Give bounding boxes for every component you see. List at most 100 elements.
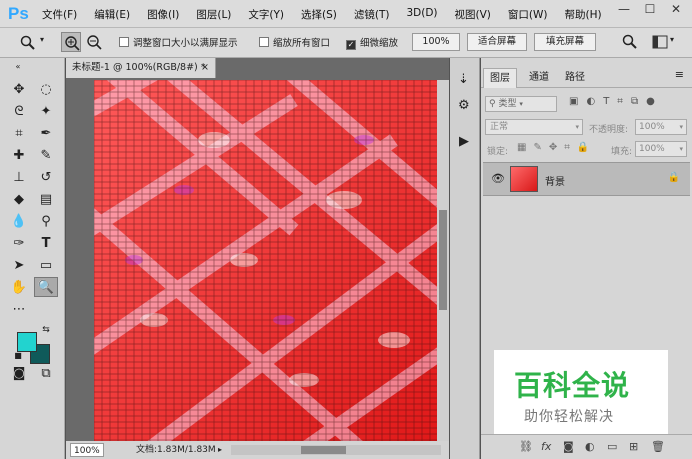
eraser-tool-icon[interactable]: ◆ — [7, 190, 31, 210]
info-chevron-icon[interactable]: ▸ — [218, 441, 222, 459]
menu-help[interactable]: 帮助(H) — [565, 7, 602, 22]
hand-tool-icon[interactable]: ✋ — [7, 278, 31, 298]
vertical-scrollbar[interactable] — [437, 80, 449, 441]
menu-3d[interactable]: 3D(D) — [406, 7, 437, 22]
minimize-button[interactable]: — — [614, 1, 634, 17]
fill-field[interactable]: 100% ▾ — [635, 141, 687, 157]
menu-view[interactable]: 视图(V) — [455, 7, 491, 22]
status-bar: 100% 文档:1.83M/1.83M ▸ — [66, 441, 449, 459]
shape-tool-icon[interactable]: ▭ — [34, 256, 58, 276]
properties-panel-icon[interactable]: ⚙ — [458, 98, 470, 113]
filter-toggle-icon[interactable]: ● — [646, 96, 655, 107]
fill-screen-button[interactable]: 填充屏幕 — [534, 33, 596, 51]
resize-windows-option[interactable]: 调整窗口大小以满屏显示 — [119, 35, 238, 49]
gradient-tool-icon[interactable]: ▤ — [34, 190, 58, 210]
move-tool-icon[interactable]: ✥ — [7, 80, 31, 100]
vertical-scrollbar-thumb[interactable] — [439, 210, 447, 310]
horizontal-scrollbar[interactable] — [231, 445, 441, 455]
scrubby-zoom-option[interactable]: ✓ 细微缩放 — [346, 35, 398, 50]
canvas[interactable] — [94, 80, 439, 441]
history-brush-tool-icon[interactable]: ↺ — [34, 168, 58, 188]
swap-colors-icon[interactable]: ⇆ — [39, 320, 53, 340]
brush-tool-icon[interactable]: ✎ — [34, 146, 58, 166]
pen-tool-icon[interactable]: ✑ — [7, 234, 31, 254]
maximize-button[interactable]: ☐ — [640, 1, 660, 17]
add-mask-icon[interactable]: ◙ — [563, 440, 574, 453]
dodge-tool-icon[interactable]: ⚲ — [34, 212, 58, 232]
tab-paths[interactable]: 路径 — [559, 68, 591, 88]
blend-mode-select[interactable]: 正常 ▾ — [485, 119, 583, 135]
lock-all-icon[interactable]: 🔒 — [577, 142, 589, 153]
layer-name[interactable]: 背景 — [545, 173, 565, 188]
menu-type[interactable]: 文字(Y) — [248, 7, 284, 22]
zoom-all-option[interactable]: 缩放所有窗口 — [259, 35, 330, 49]
zoom-tool-preset-icon[interactable] — [20, 35, 36, 51]
zoom-value-field[interactable]: 100% — [412, 33, 460, 51]
menu-file[interactable]: 文件(F) — [42, 7, 77, 22]
pixel-filter-icon[interactable]: ▣ — [569, 96, 578, 107]
close-button[interactable]: ✕ — [666, 1, 686, 17]
menu-edit[interactable]: 编辑(E) — [94, 7, 130, 22]
tab-layers[interactable]: 图层 — [483, 68, 517, 88]
link-layers-icon[interactable]: ⛓ — [519, 440, 533, 453]
preset-chevron-icon[interactable]: ▾ — [40, 35, 44, 44]
magic-wand-tool-icon[interactable]: ✦ — [34, 102, 58, 122]
play-action-icon[interactable]: ▶ — [459, 134, 469, 149]
scrubby-zoom-checkbox[interactable]: ✓ — [346, 40, 356, 50]
adjustment-filter-icon[interactable]: ◐ — [586, 96, 595, 107]
marquee-tool-icon[interactable]: ◌ — [34, 80, 58, 100]
blur-tool-icon[interactable]: 💧 — [7, 212, 31, 232]
adjustment-layer-icon[interactable]: ◐ — [585, 440, 595, 453]
shape-filter-icon[interactable]: ⌗ — [617, 96, 623, 107]
close-tab-icon[interactable]: × — [201, 58, 209, 78]
default-colors-icon[interactable]: ■ — [12, 346, 24, 366]
resize-windows-checkbox[interactable] — [119, 37, 129, 47]
type-filter-icon[interactable]: T — [603, 96, 609, 107]
menu-window[interactable]: 窗口(W) — [508, 7, 548, 22]
edit-toolbar-icon[interactable]: ⋯ — [7, 300, 31, 320]
collapsed-panels-strip: ⇣ ⚙ ▶ — [450, 58, 480, 459]
new-layer-icon[interactable]: ⊞ — [629, 440, 638, 453]
panel-menu-icon[interactable]: ≡ — [675, 68, 684, 81]
zoom-in-icon[interactable] — [61, 32, 81, 52]
screen-mode-icon[interactable]: ⧉ — [34, 364, 58, 384]
menu-select[interactable]: 选择(S) — [301, 7, 337, 22]
zoom-level-field[interactable]: 100% — [70, 443, 104, 457]
path-selection-tool-icon[interactable]: ➤ — [7, 256, 31, 276]
fill-label: 填充: — [611, 147, 633, 157]
zoom-tool-icon[interactable]: 🔍 — [34, 277, 58, 297]
tab-channels[interactable]: 通道 — [523, 68, 555, 88]
new-group-icon[interactable]: ▭ — [607, 440, 617, 453]
layer-style-icon[interactable]: fx — [541, 440, 551, 453]
collapse-panel-icon[interactable]: « — [6, 62, 30, 72]
opacity-field[interactable]: 100% ▾ — [635, 119, 687, 135]
crop-tool-icon[interactable]: ⌗ — [7, 124, 31, 144]
delete-layer-icon[interactable]: 🗑 — [651, 440, 665, 453]
lock-pixels-icon[interactable]: ✎ — [533, 142, 541, 153]
horizontal-scrollbar-thumb[interactable] — [301, 446, 346, 454]
zoom-all-checkbox[interactable] — [259, 37, 269, 47]
healing-brush-tool-icon[interactable]: ✚ — [7, 146, 31, 166]
history-panel-icon[interactable]: ⇣ — [458, 72, 469, 87]
menu-image[interactable]: 图像(I) — [147, 7, 179, 22]
smart-object-filter-icon[interactable]: ⧉ — [631, 96, 638, 107]
eyedropper-tool-icon[interactable]: ✒ — [34, 124, 58, 144]
lasso-tool-icon[interactable]: ᘓ — [7, 102, 31, 122]
lock-transparency-icon[interactable]: ▦ — [517, 142, 526, 153]
menu-filter[interactable]: 滤镜(T) — [354, 7, 390, 22]
fit-screen-button[interactable]: 适合屏幕 — [467, 33, 527, 51]
search-icon[interactable] — [622, 34, 638, 50]
visibility-eye-icon[interactable]: 👁 — [491, 172, 505, 185]
layer-row[interactable]: 👁 背景 🔒 — [483, 162, 690, 196]
type-tool-icon[interactable]: T — [34, 234, 58, 254]
clone-stamp-tool-icon[interactable]: ⊥ — [7, 168, 31, 188]
menu-layer[interactable]: 图层(L) — [196, 7, 231, 22]
quick-mask-icon[interactable]: ◙ — [7, 364, 31, 384]
workspace-chevron-icon[interactable]: ▾ — [670, 35, 674, 44]
artboard-lock-icon[interactable]: ⌗ — [564, 142, 570, 153]
lock-position-icon[interactable]: ✥ — [549, 142, 557, 153]
document-tab[interactable]: 未标题-1 @ 100%(RGB/8#) * × — [66, 58, 216, 78]
workspace-icon[interactable] — [652, 35, 668, 49]
zoom-out-icon[interactable] — [85, 33, 103, 51]
layer-filter-select[interactable]: ⚲ 类型 ▾ — [485, 96, 557, 112]
